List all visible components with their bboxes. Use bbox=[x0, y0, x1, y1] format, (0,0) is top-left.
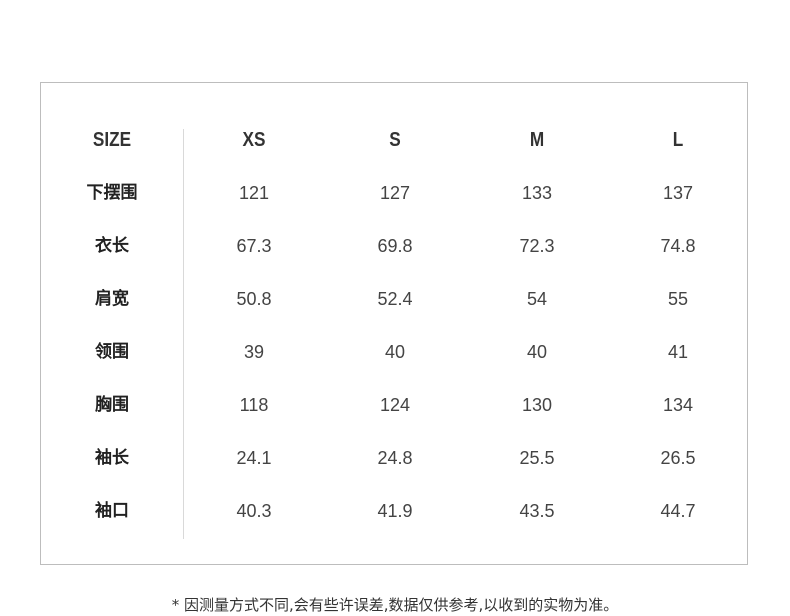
table-cell: 121 bbox=[238, 183, 270, 203]
table-row-chest: 胸围 118 124 130 134 bbox=[41, 379, 749, 432]
table-cell: 44.7 bbox=[660, 501, 696, 521]
table-cell: 25.5 bbox=[519, 448, 555, 468]
table-row-cuff: 袖口 40.3 41.9 43.5 44.7 bbox=[41, 485, 749, 538]
size-chart-card: SIZE XS S M L 下摆围 121 127 133 137 衣长 67.… bbox=[40, 82, 748, 565]
row-label: 衣长 bbox=[95, 236, 129, 256]
row-label: 下摆围 bbox=[86, 183, 138, 203]
table-cell: 54 bbox=[526, 289, 548, 309]
table-cell: 24.8 bbox=[377, 448, 413, 468]
table-cell: 74.8 bbox=[660, 236, 696, 256]
row-label: 袖长 bbox=[95, 448, 129, 468]
row-label: 肩宽 bbox=[95, 289, 129, 309]
table-cell: 24.1 bbox=[236, 448, 272, 468]
header-s: S bbox=[389, 129, 401, 151]
table-row-shoulder: 肩宽 50.8 52.4 54 55 bbox=[41, 273, 749, 326]
table-cell: 52.4 bbox=[377, 289, 413, 309]
table-cell: 137 bbox=[662, 183, 694, 203]
table-cell: 67.3 bbox=[236, 236, 272, 256]
row-label: 胸围 bbox=[95, 395, 129, 415]
header-m: M bbox=[529, 129, 545, 151]
header-row: SIZE XS S M L bbox=[41, 114, 749, 167]
table-cell: 69.8 bbox=[377, 236, 413, 256]
table-cell: 55 bbox=[667, 289, 689, 309]
table-cell: 133 bbox=[521, 183, 553, 203]
table-row-hem: 下摆围 121 127 133 137 bbox=[41, 167, 749, 220]
table-cell: 50.8 bbox=[236, 289, 272, 309]
measurement-disclaimer: * 因测量方式不同,会有些许误差,数据仅供参考,以收到的实物为准。 bbox=[171, 596, 619, 614]
table-row-collar: 领围 39 40 40 41 bbox=[41, 326, 749, 379]
header-l: L bbox=[672, 129, 684, 151]
table-cell: 40 bbox=[384, 342, 406, 362]
table-cell: 40 bbox=[526, 342, 548, 362]
size-table: SIZE XS S M L 下摆围 121 127 133 137 衣长 67.… bbox=[41, 114, 749, 538]
header-size: SIZE bbox=[92, 129, 132, 151]
table-cell: 40.3 bbox=[236, 501, 272, 521]
table-cell: 26.5 bbox=[660, 448, 696, 468]
table-cell: 124 bbox=[379, 395, 411, 415]
table-cell: 72.3 bbox=[519, 236, 555, 256]
table-cell: 41 bbox=[667, 342, 689, 362]
header-xs: XS bbox=[242, 129, 266, 151]
table-row-length: 衣长 67.3 69.8 72.3 74.8 bbox=[41, 220, 749, 273]
table-cell: 43.5 bbox=[519, 501, 555, 521]
table-cell: 41.9 bbox=[377, 501, 413, 521]
table-cell: 130 bbox=[521, 395, 553, 415]
table-cell: 134 bbox=[662, 395, 694, 415]
row-label: 袖口 bbox=[95, 501, 129, 521]
table-cell: 118 bbox=[239, 395, 269, 415]
row-label: 领围 bbox=[95, 342, 129, 362]
table-row-sleeve-length: 袖长 24.1 24.8 25.5 26.5 bbox=[41, 432, 749, 485]
table-cell: 39 bbox=[243, 342, 265, 362]
table-cell: 127 bbox=[379, 183, 411, 203]
